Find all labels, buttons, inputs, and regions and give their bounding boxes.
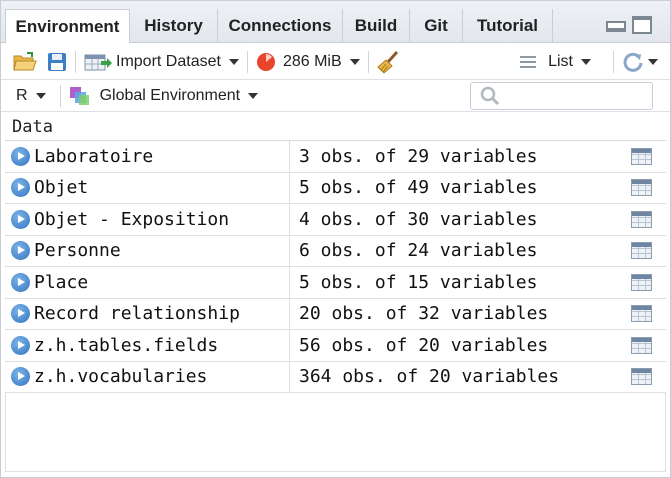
table-row[interactable]: z.h.tables.fields 56 obs. of 20 variable… — [5, 330, 666, 362]
object-name: Place — [34, 271, 89, 293]
environment-pane: Environment History Connections Build Gi… — [0, 0, 671, 478]
maximize-icon[interactable] — [632, 16, 652, 34]
open-folder-icon — [13, 51, 37, 70]
expand-arrow-icon[interactable] — [11, 178, 30, 198]
search-icon — [480, 86, 500, 106]
object-summary: 3 obs. of 29 variables — [299, 145, 538, 167]
toolbar-separator — [246, 50, 248, 73]
object-summary: 364 obs. of 20 variables — [299, 366, 560, 388]
view-table-icon[interactable] — [630, 210, 652, 228]
chevron-down-icon — [581, 58, 591, 65]
object-summary: 56 obs. of 20 variables — [299, 334, 549, 356]
expand-arrow-icon[interactable] — [11, 304, 30, 324]
view-table-icon[interactable] — [630, 242, 652, 260]
chevron-down-icon — [648, 58, 658, 65]
refresh-button[interactable] — [622, 51, 658, 73]
environment-blocks-icon — [69, 86, 89, 105]
object-name: Record relationship — [34, 303, 240, 325]
environment-selector-bar: R Global Environment — [1, 80, 670, 112]
object-summary: 5 obs. of 49 variables — [299, 177, 538, 199]
refresh-icon — [623, 52, 643, 72]
tab-bar: Environment History Connections Build Gi… — [1, 1, 670, 44]
object-name: Personne — [34, 240, 121, 262]
object-name: z.h.vocabularies — [34, 366, 208, 388]
import-table-icon — [84, 54, 112, 70]
view-mode-label: List — [548, 52, 573, 70]
view-table-icon[interactable] — [630, 147, 652, 165]
toolbar-separator — [613, 50, 614, 73]
environment-label: Global Environment — [99, 86, 241, 104]
table-row[interactable]: Place 5 obs. of 15 variables — [5, 267, 666, 299]
toolbar-separator — [75, 50, 76, 73]
minimize-icon[interactable] — [606, 16, 626, 32]
load-workspace-button[interactable] — [13, 51, 37, 72]
search-input[interactable] — [470, 82, 653, 110]
object-summary: 5 obs. of 15 variables — [299, 271, 538, 293]
object-summary: 4 obs. of 30 variables — [299, 208, 538, 230]
table-row[interactable]: Record relationship 20 obs. of 32 variab… — [5, 298, 666, 330]
data-section-header: Data — [5, 113, 666, 141]
memory-pie-icon — [256, 52, 275, 71]
chevron-down-icon — [35, 92, 46, 99]
table-row[interactable]: z.h.vocabularies 364 obs. of 20 variable… — [5, 361, 666, 393]
view-table-icon[interactable] — [630, 305, 652, 323]
tab-git[interactable]: Git — [410, 9, 463, 43]
chevron-down-icon — [349, 58, 360, 65]
expand-arrow-icon[interactable] — [11, 335, 30, 355]
list-icon — [520, 55, 537, 68]
table-row[interactable]: Objet 5 obs. of 49 variables — [5, 172, 666, 204]
save-workspace-button[interactable] — [47, 52, 67, 72]
table-row[interactable]: Laboratoire 3 obs. of 29 variables — [5, 141, 666, 173]
tab-connections[interactable]: Connections — [218, 9, 343, 43]
table-row[interactable]: Personne 6 obs. of 24 variables — [5, 235, 666, 267]
data-table: Laboratoire 3 obs. of 29 variables Objet… — [5, 141, 666, 393]
expand-arrow-icon[interactable] — [11, 272, 30, 292]
broom-icon — [376, 50, 398, 74]
view-table-icon[interactable] — [630, 179, 652, 197]
import-dataset-button[interactable]: Import Dataset — [84, 52, 239, 72]
object-name: Objet - Exposition — [34, 208, 230, 230]
window-controls — [606, 16, 652, 34]
view-table-icon[interactable] — [630, 368, 652, 386]
object-name: Objet — [34, 177, 89, 199]
view-mode-dropdown[interactable]: List — [520, 53, 591, 71]
object-summary: 20 obs. of 32 variables — [299, 303, 549, 325]
toolbar-separator — [59, 84, 61, 107]
expand-arrow-icon[interactable] — [11, 146, 30, 166]
empty-table-area — [5, 392, 666, 472]
chevron-down-icon — [228, 58, 239, 65]
language-label: R — [16, 86, 28, 104]
tab-history[interactable]: History — [130, 9, 218, 43]
clear-workspace-button[interactable] — [376, 50, 401, 74]
expand-arrow-icon[interactable] — [11, 367, 30, 387]
object-name: z.h.tables.fields — [34, 334, 219, 356]
import-dataset-label: Import Dataset — [116, 52, 221, 70]
environment-toolbar: Import Dataset 286 MiB List — [1, 44, 670, 80]
expand-arrow-icon[interactable] — [11, 209, 30, 229]
tab-environment[interactable]: Environment — [5, 9, 130, 44]
memory-usage-label: 286 MiB — [282, 52, 342, 70]
toolbar-separator — [367, 50, 369, 73]
environment-dropdown[interactable]: Global Environment — [69, 86, 259, 106]
tab-tutorial[interactable]: Tutorial — [463, 9, 553, 43]
view-table-icon[interactable] — [630, 273, 652, 291]
view-table-icon[interactable] — [630, 336, 652, 354]
table-row[interactable]: Objet - Exposition 4 obs. of 30 variable… — [5, 204, 666, 236]
chevron-down-icon — [248, 92, 259, 99]
expand-arrow-icon[interactable] — [11, 241, 30, 261]
tab-build[interactable]: Build — [343, 9, 410, 43]
save-icon — [48, 52, 66, 71]
object-summary: 6 obs. of 24 variables — [299, 240, 538, 262]
memory-usage-button[interactable]: 286 MiB — [256, 52, 360, 72]
language-dropdown[interactable]: R — [16, 87, 46, 105]
object-name: Laboratoire — [34, 145, 154, 167]
